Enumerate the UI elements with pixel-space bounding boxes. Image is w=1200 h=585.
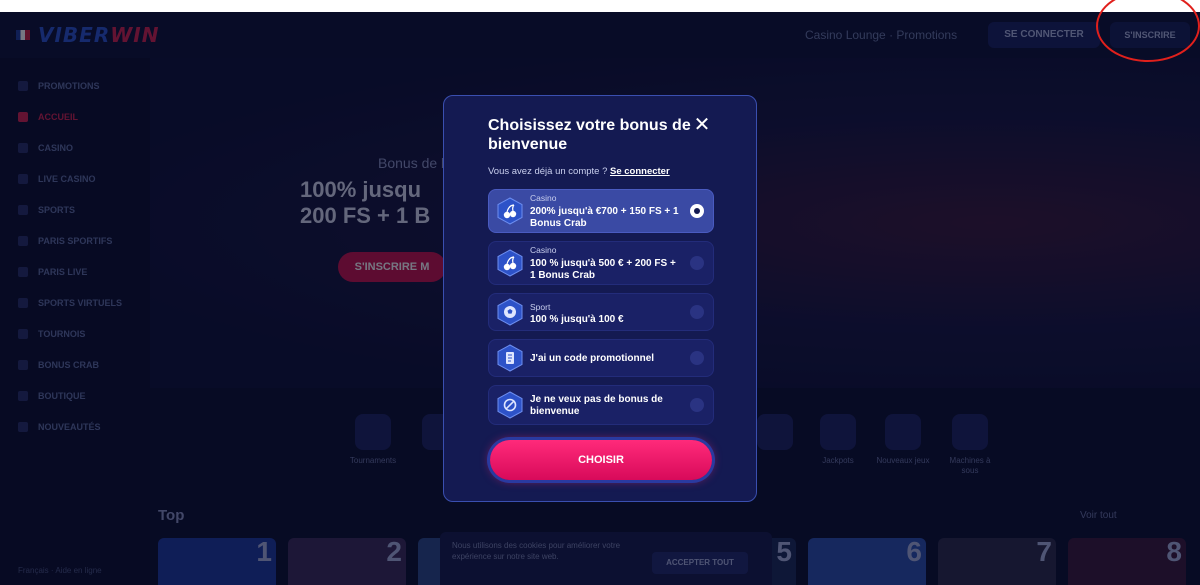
site-header: VIBERWIN Casino Lounge · Promotions SE C…: [0, 12, 1200, 58]
crab-icon: [18, 360, 28, 370]
hero-subtitle: Bonus de b: [378, 155, 449, 171]
category-new-games[interactable]: Nouveaux jeux: [873, 414, 933, 466]
bonus-option-promo-code[interactable]: J'ai un code promotionnel: [488, 339, 714, 377]
sidebar-item-paris-live[interactable]: PARIS LIVE: [18, 264, 87, 280]
betting-icon: [18, 236, 28, 246]
modal-title: Choisissez votre bonus de bienvenue: [488, 117, 691, 153]
game-tile[interactable]: 7: [938, 538, 1056, 585]
cookie-accept-button[interactable]: ACCEPTER TOUT: [652, 552, 748, 574]
cookie-text: Nous utilisons des cookies pour améliore…: [452, 541, 621, 561]
bonus-option-no-bonus[interactable]: Je ne veux pas de bonus de bienvenue: [488, 385, 714, 425]
sidebar-item-nouveautes[interactable]: NOUVEAUTÉS: [18, 419, 101, 435]
choose-button[interactable]: CHOISIR: [490, 440, 712, 480]
game-tile[interactable]: 1: [158, 538, 276, 585]
sidebar-item-boutique[interactable]: BOUTIQUE: [18, 388, 86, 404]
hero-signup-button[interactable]: S'INSCRIRE M: [338, 252, 446, 282]
live-casino-icon: [18, 174, 28, 184]
sidebar-item-sports-virtuels[interactable]: SPORTS VIRTUELS: [18, 295, 122, 311]
casino-icon: [18, 143, 28, 153]
login-link[interactable]: Se connecter: [610, 166, 670, 177]
radio-button[interactable]: [690, 256, 704, 270]
sidebar-item-tournois[interactable]: TOURNOIS: [18, 326, 85, 342]
promotions-icon: [18, 81, 28, 91]
hero-title: 100% jusqu 200 FS + 1 B: [300, 177, 431, 228]
category-slots[interactable]: Machines à sous: [940, 414, 1000, 476]
new-games-icon: [885, 414, 921, 450]
home-icon: [18, 112, 28, 122]
cherries-icon: [497, 197, 523, 225]
sidebar-item-live-casino[interactable]: LIVE CASINO: [18, 171, 96, 187]
sidebar-item-casino[interactable]: CASINO: [18, 140, 73, 156]
sidebar-item-promotions[interactable]: PROMOTIONS: [18, 78, 100, 94]
game-tile[interactable]: 2: [288, 538, 406, 585]
sidebar-item-accueil[interactable]: ACCUEIL: [18, 109, 78, 125]
sports-icon: [18, 205, 28, 215]
trophy-icon: [18, 329, 28, 339]
sidebar-footer[interactable]: Français · Aide en ligne: [18, 566, 102, 575]
radio-button[interactable]: [690, 351, 704, 365]
site-logo[interactable]: VIBERWIN: [16, 22, 159, 48]
top-see-all-link[interactable]: Voir tout: [1080, 510, 1117, 521]
sidebar: PROMOTIONS ACCUEIL CASINO LIVE CASINO SP…: [0, 58, 150, 585]
slots-icon: [952, 414, 988, 450]
cookie-banner: Nous utilisons des cookies pour améliore…: [440, 532, 772, 585]
header-link[interactable]: Casino Lounge · Promotions: [805, 28, 957, 42]
jackpot-icon: [820, 414, 856, 450]
category-icon: [757, 414, 793, 450]
radio-button[interactable]: [690, 204, 704, 218]
promo-code-icon: [497, 344, 523, 372]
sidebar-item-paris-sportifs[interactable]: PARIS SPORTIFS: [18, 233, 112, 249]
top-section-title: Top: [158, 507, 185, 524]
welcome-bonus-modal: Choisissez votre bonus de bienvenue ✕ Vo…: [443, 95, 757, 502]
language-flag-icon[interactable]: [16, 30, 30, 40]
new-icon: [18, 422, 28, 432]
game-tile[interactable]: 8: [1068, 538, 1186, 585]
category-jackpots[interactable]: Jackpots: [808, 414, 868, 466]
radio-button[interactable]: [690, 398, 704, 412]
cherries-icon: [497, 249, 523, 277]
bonus-option-casino-200[interactable]: Casino 200% jusqu'à €700 + 150 FS + 1 Bo…: [488, 189, 714, 233]
account-prompt: Vous avez déjà un compte ? Se connecter: [488, 166, 670, 177]
live-betting-icon: [18, 267, 28, 277]
radio-button[interactable]: [690, 305, 704, 319]
game-tile[interactable]: 6: [808, 538, 926, 585]
bonus-option-casino-100[interactable]: Casino 100 % jusqu'à 500 € + 200 FS + 1 …: [488, 241, 714, 285]
tournament-icon: [355, 414, 391, 450]
no-bonus-icon: [497, 391, 523, 419]
sidebar-item-sports[interactable]: SPORTS: [18, 202, 75, 218]
bonus-option-sport[interactable]: Sport 100 % jusqu'à 100 €: [488, 293, 714, 331]
close-icon[interactable]: ✕: [693, 115, 711, 135]
soccer-ball-icon: [497, 298, 523, 326]
shop-icon: [18, 391, 28, 401]
virtual-sports-icon: [18, 298, 28, 308]
sidebar-item-bonus-crab[interactable]: BONUS CRAB: [18, 357, 99, 373]
login-button[interactable]: SE CONNECTER: [988, 22, 1100, 48]
category-tournaments[interactable]: Tournaments: [343, 414, 403, 466]
